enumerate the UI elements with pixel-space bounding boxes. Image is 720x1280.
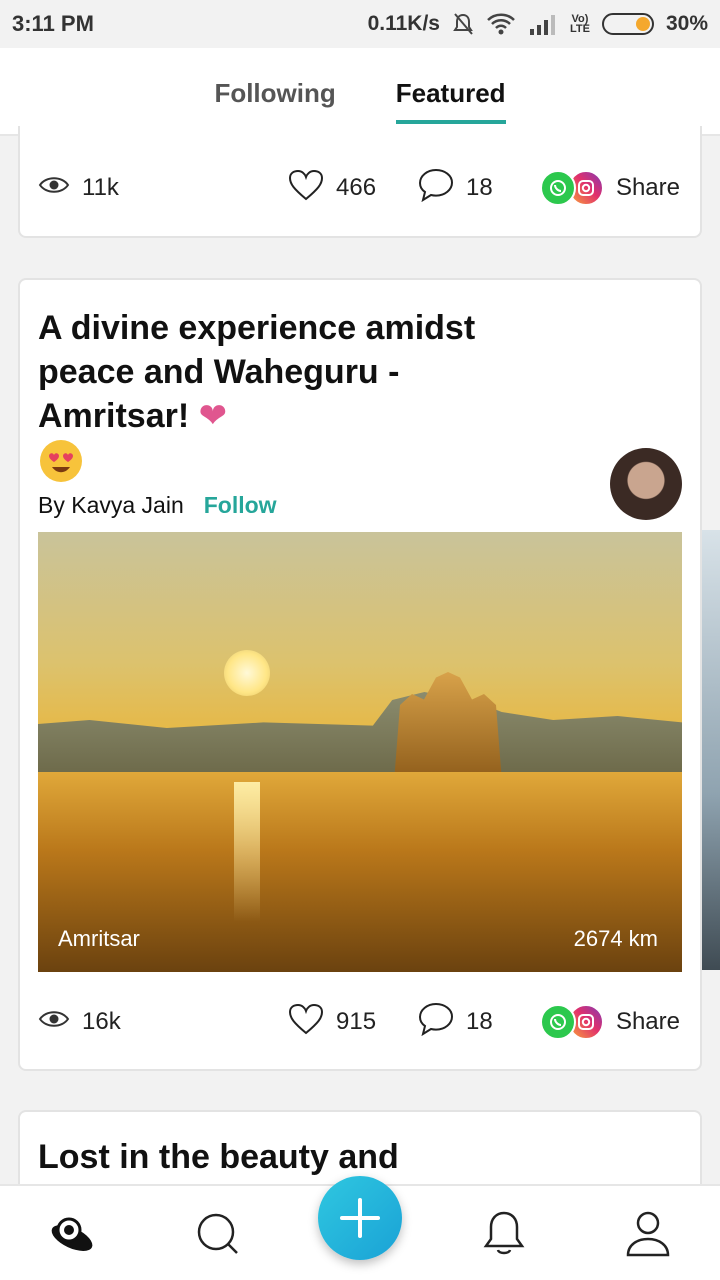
author-name[interactable]: By Kavya Jain (38, 492, 184, 519)
post-title-text: A divine experience amidst peace and Wah… (38, 309, 476, 435)
photo-distance: 2674 km (573, 926, 658, 951)
status-time: 3:11 PM (12, 11, 94, 36)
eye-icon (38, 1008, 70, 1036)
photo-location: Amritsar (58, 926, 140, 951)
share-button[interactable]: Share (539, 1004, 680, 1040)
notifications-muted-icon (452, 12, 474, 36)
post-card[interactable]: A divine experience amidst peace and Wah… (18, 278, 702, 1071)
sun-shape (224, 650, 270, 696)
comments-count: 18 (466, 174, 493, 201)
comment-icon (418, 1002, 454, 1043)
post-title[interactable]: A divine experience amidst peace and Wah… (38, 306, 508, 438)
share-label: Share (615, 174, 680, 201)
status-indicators: 0.11K/s Vo) LTE 30% (368, 12, 708, 36)
eye-icon (38, 174, 70, 202)
share-button[interactable]: Share (539, 170, 680, 206)
heart-eyes-emoji-icon (40, 440, 82, 482)
add-icon[interactable] (318, 1176, 402, 1260)
comment-button[interactable]: 18 (418, 168, 538, 209)
comment-button[interactable]: 18 (418, 1002, 538, 1043)
comment-icon (418, 168, 454, 209)
home-icon[interactable] (46, 1208, 98, 1260)
post-stats: 16k 915 18 Share (38, 998, 680, 1046)
tab-following[interactable]: Following (214, 48, 335, 124)
wifi-icon (486, 12, 516, 36)
volte-line2: LTE (570, 23, 590, 35)
views-stat: 11k (38, 174, 288, 202)
comments-count: 18 (466, 1008, 493, 1035)
profile-icon[interactable] (622, 1208, 674, 1260)
post-card: 11k 466 18 Share (18, 126, 702, 238)
volte-icon: Vo) LTE (570, 14, 590, 35)
whatsapp-icon (539, 1004, 576, 1040)
author-avatar[interactable] (610, 448, 682, 520)
follow-button[interactable]: Follow (204, 492, 277, 519)
heart-emoji-icon: ❤ (198, 397, 228, 435)
whatsapp-icon (539, 170, 576, 206)
views-count: 16k (82, 1008, 121, 1035)
views-count: 11k (82, 174, 119, 201)
tab-featured[interactable]: Featured (395, 48, 506, 124)
battery-icon (601, 13, 654, 35)
search-icon[interactable] (192, 1208, 244, 1260)
post-stats: 11k 466 18 Share (38, 164, 680, 212)
next-photo-peek[interactable] (702, 530, 720, 970)
likes-count: 466 (336, 174, 377, 201)
views-stat: 16k (38, 1008, 288, 1036)
post-photo[interactable]: Amritsar 2674 km (38, 532, 682, 972)
like-button[interactable]: 466 (288, 169, 418, 208)
battery-percent: 30% (665, 12, 708, 35)
share-label: Share (615, 1008, 680, 1035)
signal-icon (528, 13, 558, 35)
post-title[interactable]: Lost in the beauty and (38, 1138, 399, 1177)
heart-icon (288, 1003, 324, 1042)
author-row: By Kavya Jain Follow (38, 492, 277, 519)
heart-icon (288, 169, 324, 208)
feed-tabs: Following Featured (0, 48, 720, 136)
like-button[interactable]: 915 (288, 1003, 418, 1042)
network-speed: 0.11K/s (367, 12, 440, 35)
status-bar: 3:11 PM 0.11K/s Vo) LTE 30% (0, 0, 720, 48)
likes-count: 915 (336, 1008, 377, 1035)
notifications-icon[interactable] (478, 1208, 530, 1260)
